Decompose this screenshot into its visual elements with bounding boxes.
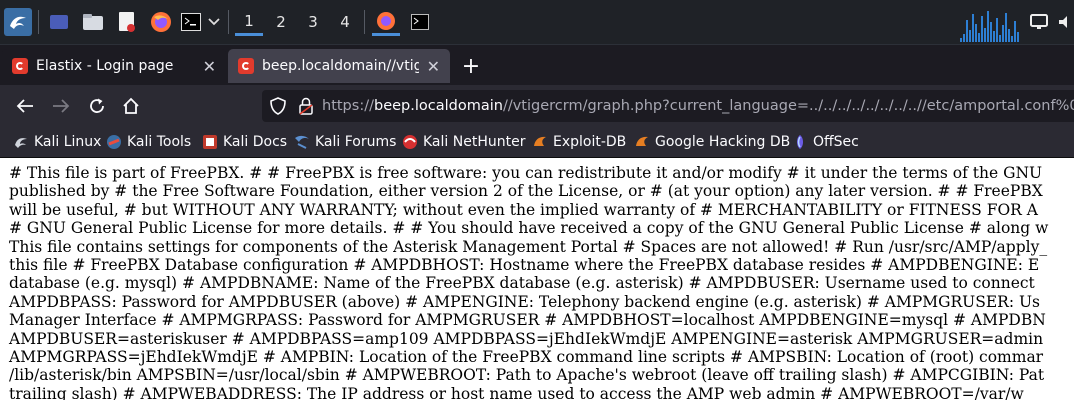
url-text[interactable]: https://beep.localdomain//vtigercrm/grap… xyxy=(322,98,1074,114)
kali-linux-icon xyxy=(15,138,27,148)
chevron-down-icon[interactable] xyxy=(206,8,222,36)
text-line: # This file is part of FreePBX. # # Free… xyxy=(9,164,1043,182)
text-line: Manager Interface # AMPMGRPASS: Password… xyxy=(9,311,1046,330)
text-line: this file # FreePBX Database configurati… xyxy=(9,256,1040,275)
workspace-1[interactable]: 1 xyxy=(235,8,263,36)
kali-forums-icon xyxy=(295,135,309,149)
bookmarks-toolbar: Kali Linux Kali Tools Kali Docs Kali For… xyxy=(0,127,1074,158)
taskbar-separator xyxy=(228,10,229,34)
terminal-window-icon[interactable] xyxy=(406,8,434,36)
close-tab-icon[interactable]: ✕ xyxy=(427,57,440,76)
show-desktop-icon[interactable] xyxy=(46,8,72,36)
text-line: # GNU General Public License for more de… xyxy=(9,219,1049,238)
navigation-toolbar: https://beep.localdomain//vtigercrm/grap… xyxy=(0,85,1074,127)
text-line: AMPDBUSER=asteriskuser # AMPDBPASS=amp10… xyxy=(9,329,1044,348)
url-host: beep.localdomain xyxy=(373,98,503,114)
bookmark-kali-tools[interactable]: Kali Tools xyxy=(106,132,191,152)
text-line: database (e.g. mysql) # AMPDBNAME: Name … xyxy=(9,274,1035,293)
offsec-icon xyxy=(797,135,803,149)
url-scheme: https:// xyxy=(322,98,374,114)
bookmark-label: Kali Forums xyxy=(315,134,397,150)
bookmark-label: Google Hacking DB xyxy=(655,134,791,150)
text-line: trailing slash) # AMPWEBADDRESS: The IP … xyxy=(9,384,1024,400)
firefox-launcher-icon[interactable] xyxy=(148,8,174,36)
text-line: published by # the Free Software Foundat… xyxy=(9,182,1043,201)
text-line: AMPMGRPASS=jEhdIekWmdjE # AMPBIN: Locati… xyxy=(9,348,1044,367)
browser-tab-strip: Elastix - Login page ✕ beep.localdomain/… xyxy=(0,45,1074,85)
elastix-favicon-icon xyxy=(12,58,28,74)
back-arrow-icon[interactable] xyxy=(12,93,38,119)
system-taskbar: 1 2 3 4 xyxy=(0,0,1074,45)
address-bar[interactable]: https://beep.localdomain//vtigercrm/grap… xyxy=(262,90,1074,122)
taskbar-separator xyxy=(38,10,39,34)
page-content: # This file is part of FreePBX. # # Free… xyxy=(0,158,1074,400)
tab-vtiger-graph[interactable]: beep.localdomain//vtigercrm/graph.php ✕ xyxy=(228,49,450,83)
reload-icon[interactable] xyxy=(84,93,110,119)
workspace-3[interactable]: 3 xyxy=(299,8,327,36)
bookmark-kali-nethunter[interactable]: Kali NetHunter xyxy=(402,132,525,152)
bookmark-google-hacking-db[interactable]: Google Hacking DB xyxy=(634,132,790,152)
bookmark-kali-linux[interactable]: Kali Linux xyxy=(13,132,101,152)
text-editor-icon[interactable] xyxy=(114,8,140,36)
monitor-icon[interactable] xyxy=(1028,8,1050,36)
bookmark-kali-docs[interactable]: Kali Docs xyxy=(202,132,287,152)
new-tab-plus-icon[interactable]: + xyxy=(458,53,484,79)
bookmark-offsec[interactable]: OffSec xyxy=(792,132,859,152)
bookmark-kali-forums[interactable]: Kali Forums xyxy=(294,132,396,152)
network-monitor-graph xyxy=(960,8,1022,42)
close-tab-icon[interactable]: ✕ xyxy=(203,57,216,76)
text-line: will be useful, # but WITHOUT ANY WARRAN… xyxy=(9,200,1038,219)
file-manager-icon[interactable] xyxy=(80,8,106,36)
forward-arrow-icon[interactable] xyxy=(48,93,74,119)
kali-nethunter-icon xyxy=(403,135,417,149)
bookmark-label: OffSec xyxy=(813,134,859,150)
tab-title: Elastix - Login page xyxy=(36,58,174,74)
workspace-4[interactable]: 4 xyxy=(331,8,359,36)
elastix-favicon-icon xyxy=(238,58,254,74)
taskbar-separator xyxy=(364,10,365,34)
speaker-icon[interactable] xyxy=(1056,8,1074,36)
lock-icon[interactable] xyxy=(298,97,314,115)
exploit-db-icon xyxy=(534,136,546,146)
ghdb-icon xyxy=(636,136,648,146)
kali-tools-icon xyxy=(107,135,121,149)
text-line: /lib/asterisk/bin AMPSBIN=/usr/local/sbi… xyxy=(9,366,1045,385)
bookmark-exploit-db[interactable]: Exploit-DB xyxy=(532,132,626,152)
firefox-window-icon[interactable] xyxy=(372,8,400,36)
tab-title: beep.localdomain//vtigercrm/graph.php xyxy=(262,58,419,74)
config-file-text: # This file is part of FreePBX. # # Free… xyxy=(9,164,1074,400)
bookmark-label: Kali NetHunter xyxy=(423,134,526,150)
kali-menu-icon[interactable] xyxy=(4,8,32,36)
tab-elastix-login[interactable]: Elastix - Login page ✕ xyxy=(2,49,226,83)
home-icon[interactable] xyxy=(118,93,144,119)
bookmark-label: Kali Linux xyxy=(34,134,102,150)
bookmark-label: Exploit-DB xyxy=(553,134,627,150)
bookmark-label: Kali Docs xyxy=(223,134,288,150)
shield-icon[interactable] xyxy=(270,97,286,115)
bookmark-label: Kali Tools xyxy=(127,134,192,150)
kali-docs-icon xyxy=(203,135,217,149)
text-line: AMPDBPASS: Password for AMPDBUSER (above… xyxy=(9,292,1041,311)
workspace-2[interactable]: 2 xyxy=(267,8,295,36)
url-path: //vtigercrm/graph.php?current_language=.… xyxy=(502,98,1074,114)
text-line: This file contains settings for componen… xyxy=(9,237,1048,256)
terminal-launcher-icon[interactable] xyxy=(180,8,202,36)
